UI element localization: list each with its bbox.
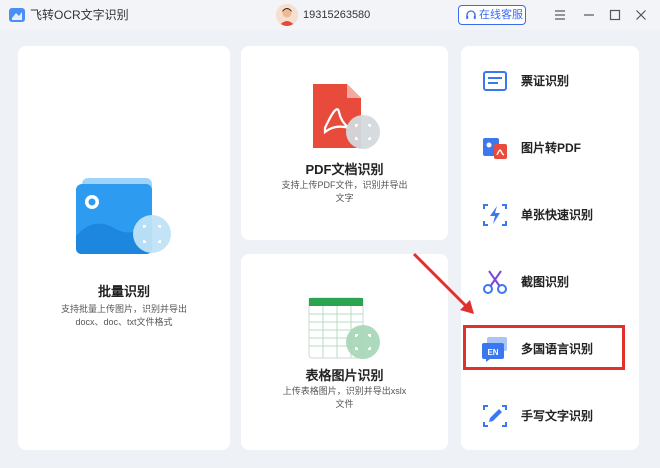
highlight-box xyxy=(463,325,625,370)
id-card-icon xyxy=(483,71,507,91)
title-bar: 飞转OCR文字识别 19315263580 在线客服 xyxy=(0,0,660,30)
headset-icon xyxy=(466,10,476,19)
maximize-icon[interactable] xyxy=(606,6,624,24)
table-card-desc-line2: 文件 xyxy=(335,399,354,409)
tool-label: 截图识别 xyxy=(521,275,570,289)
close-icon[interactable] xyxy=(632,6,650,24)
annotation-arrow-icon xyxy=(412,252,474,314)
table-card-desc-line1: 上传表格图片，识别并导出xslx xyxy=(282,386,407,396)
image-to-pdf-icon xyxy=(483,138,507,159)
minimize-icon[interactable] xyxy=(580,6,598,24)
pdf-card-desc-line2: 文字 xyxy=(335,193,354,203)
tools-panel: 票证识别 图片转PDF 单张快速识别 截图识别 EN 多国语言识别 手写文字识别 xyxy=(461,46,639,450)
pdf-recognition-card[interactable]: PDF文档识别 支持上传PDF文件，识别并导出 文字 xyxy=(241,46,448,240)
lightning-icon xyxy=(483,204,507,226)
avatar[interactable] xyxy=(276,4,298,26)
table-card-title: 表格图片识别 xyxy=(305,368,384,383)
spreadsheet-icon xyxy=(308,297,380,359)
tool-label: 手写文字识别 xyxy=(521,409,594,423)
tool-image-to-pdf[interactable]: 图片转PDF xyxy=(461,118,637,178)
tool-ticket-recognition[interactable]: 票证识别 xyxy=(461,51,637,111)
user-phone[interactable]: 19315263580 xyxy=(303,8,370,22)
batch-card-desc-line1: 支持批量上传图片，识别并导出 xyxy=(60,304,187,314)
app-title: 飞转OCR文字识别 xyxy=(30,8,129,22)
tool-label: 图片转PDF xyxy=(521,141,582,155)
pen-icon xyxy=(483,405,507,427)
scissors-icon xyxy=(483,270,507,294)
tool-screenshot-recognition[interactable]: 截图识别 xyxy=(461,252,637,312)
pdf-card-title: PDF文档识别 xyxy=(305,162,384,177)
app-logo-icon xyxy=(9,8,25,22)
pdf-card-desc-line1: 支持上传PDF文件，识别并导出 xyxy=(281,180,408,190)
batch-recognition-card[interactable]: 批量识别 支持批量上传图片，识别并导出 docx、doc、txt文件格式 xyxy=(18,46,230,450)
tool-handwriting-recognition[interactable]: 手写文字识别 xyxy=(461,386,637,446)
batch-card-desc-line2: docx、doc、txt文件格式 xyxy=(75,317,173,327)
menu-icon[interactable] xyxy=(551,6,569,24)
online-service-button[interactable]: 在线客服 xyxy=(458,5,526,25)
image-folder-icon xyxy=(76,178,171,254)
tool-label: 票证识别 xyxy=(521,74,570,88)
pdf-file-icon xyxy=(313,84,380,149)
online-service-label: 在线客服 xyxy=(479,9,523,21)
tool-quick-recognition[interactable]: 单张快速识别 xyxy=(461,185,637,245)
batch-card-title: 批量识别 xyxy=(97,284,150,299)
user-avatar-icon xyxy=(276,4,298,26)
tool-label: 单张快速识别 xyxy=(521,208,594,222)
